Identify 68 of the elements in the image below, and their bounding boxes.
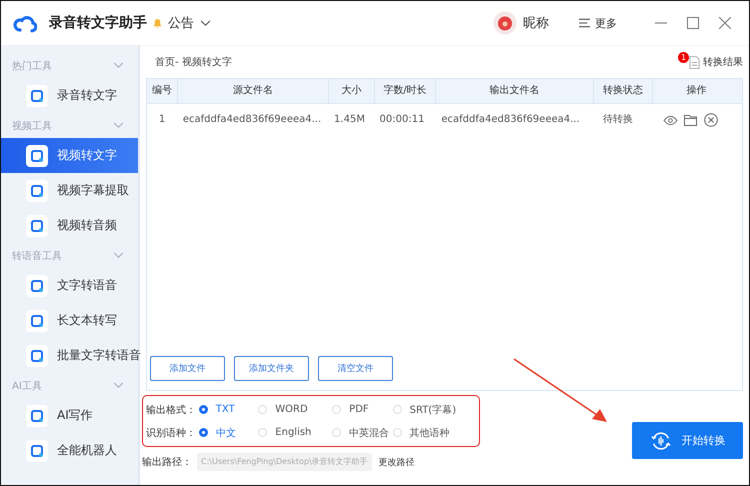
tool-icon <box>26 440 48 462</box>
app-title: 录音转文字助手 <box>49 14 147 32</box>
sidebar-item[interactable]: 批量文字转语音 <box>1 338 138 373</box>
sidebar-item[interactable]: 全能机器人 <box>1 433 138 468</box>
sidebar-item[interactable]: AI写作 <box>1 398 138 433</box>
document-icon <box>689 56 700 68</box>
sidebar-group-title: AI工具 <box>12 380 42 392</box>
close-icon[interactable] <box>719 17 731 29</box>
sidebar-item[interactable]: 录音转文字 <box>1 78 138 113</box>
file-button[interactable]: 清空文件 <box>318 356 393 381</box>
table-cell-text: 待转换 <box>602 112 634 127</box>
column-header: 输出文件名 <box>436 79 594 103</box>
notification-badge: 1 <box>678 52 689 62</box>
maximize-icon[interactable] <box>687 17 699 29</box>
breadcrumb: 首页- 视频转文字 <box>155 56 232 69</box>
tool-icon <box>26 404 48 426</box>
eye-icon[interactable] <box>663 114 678 126</box>
radio-option[interactable]: SRT(字幕) <box>392 402 479 416</box>
tool-icon <box>26 344 48 366</box>
file-button[interactable]: 添加文件 <box>150 356 225 381</box>
radio-option[interactable]: 其他语种 <box>392 426 479 440</box>
option-label: 识别语种： <box>146 426 197 440</box>
table-cell-text: 1.45M <box>333 113 366 127</box>
path-label: 输出路径： <box>142 456 193 469</box>
convert-icon <box>650 430 672 452</box>
more-button[interactable]: 更多 <box>579 16 617 30</box>
start-button[interactable]: 开始转换 <box>632 422 743 459</box>
sidebar-group-title: 热门工具 <box>12 60 52 72</box>
tool-icon <box>26 144 48 166</box>
file-button[interactable]: 添加文件夹 <box>234 356 309 381</box>
sidebar-item[interactable]: 视频字幕提取 <box>1 173 138 208</box>
sidebar-item[interactable]: 长文本转写 <box>1 303 138 338</box>
column-header: 操作 <box>686 84 708 98</box>
radio-option[interactable]: 中英混合 <box>332 426 393 440</box>
tool-icon <box>26 214 48 236</box>
bell-icon <box>153 18 162 28</box>
radio-option[interactable]: WORD <box>258 404 332 415</box>
tool-icon <box>26 310 48 332</box>
folder-icon[interactable] <box>684 114 698 126</box>
change-path-link[interactable]: 更改路径 <box>378 456 415 468</box>
column-header: 字数/时长 <box>375 79 436 103</box>
column-header: 源文件名 <box>178 79 329 103</box>
option-label: 输出格式： <box>146 404 197 416</box>
notice-button[interactable]: 公告 <box>168 14 194 32</box>
avatar-icon[interactable] <box>493 11 517 35</box>
radio-option[interactable]: PDF <box>332 404 393 415</box>
table-cell-text: ecafddfa4ed836f69eeea4... <box>440 113 581 127</box>
table-cell-text: 1 <box>158 113 166 127</box>
delete-icon[interactable] <box>704 113 718 127</box>
column-header: 编号 <box>147 79 178 103</box>
sidebar-item[interactable]: 文字转语音 <box>1 268 138 303</box>
radio-option[interactable]: English <box>258 427 332 438</box>
radio-option[interactable]: 中文 <box>198 426 258 440</box>
column-header: 大小 <box>329 79 375 103</box>
tool-icon <box>26 84 48 106</box>
table-cell-text: ecafddfa4ed836f69eeea4... <box>182 113 322 127</box>
sidebar-group-title: 转语音工具 <box>12 250 62 262</box>
chevron-down-icon[interactable] <box>200 20 211 26</box>
column-header: 转换状态 <box>594 79 653 103</box>
radio-option[interactable]: TXT <box>198 404 258 415</box>
menu-icon <box>579 18 590 28</box>
sidebar-item[interactable]: 视频转音频 <box>1 208 138 243</box>
sidebar-item[interactable]: 视频转文字 <box>1 138 138 173</box>
tool-icon <box>26 180 48 202</box>
user-name[interactable]: 昵称 <box>523 14 549 32</box>
sidebar-group-title: 视频工具 <box>12 120 52 132</box>
tool-icon <box>26 274 48 296</box>
table-cell-text: 00:00:11 <box>378 113 426 127</box>
